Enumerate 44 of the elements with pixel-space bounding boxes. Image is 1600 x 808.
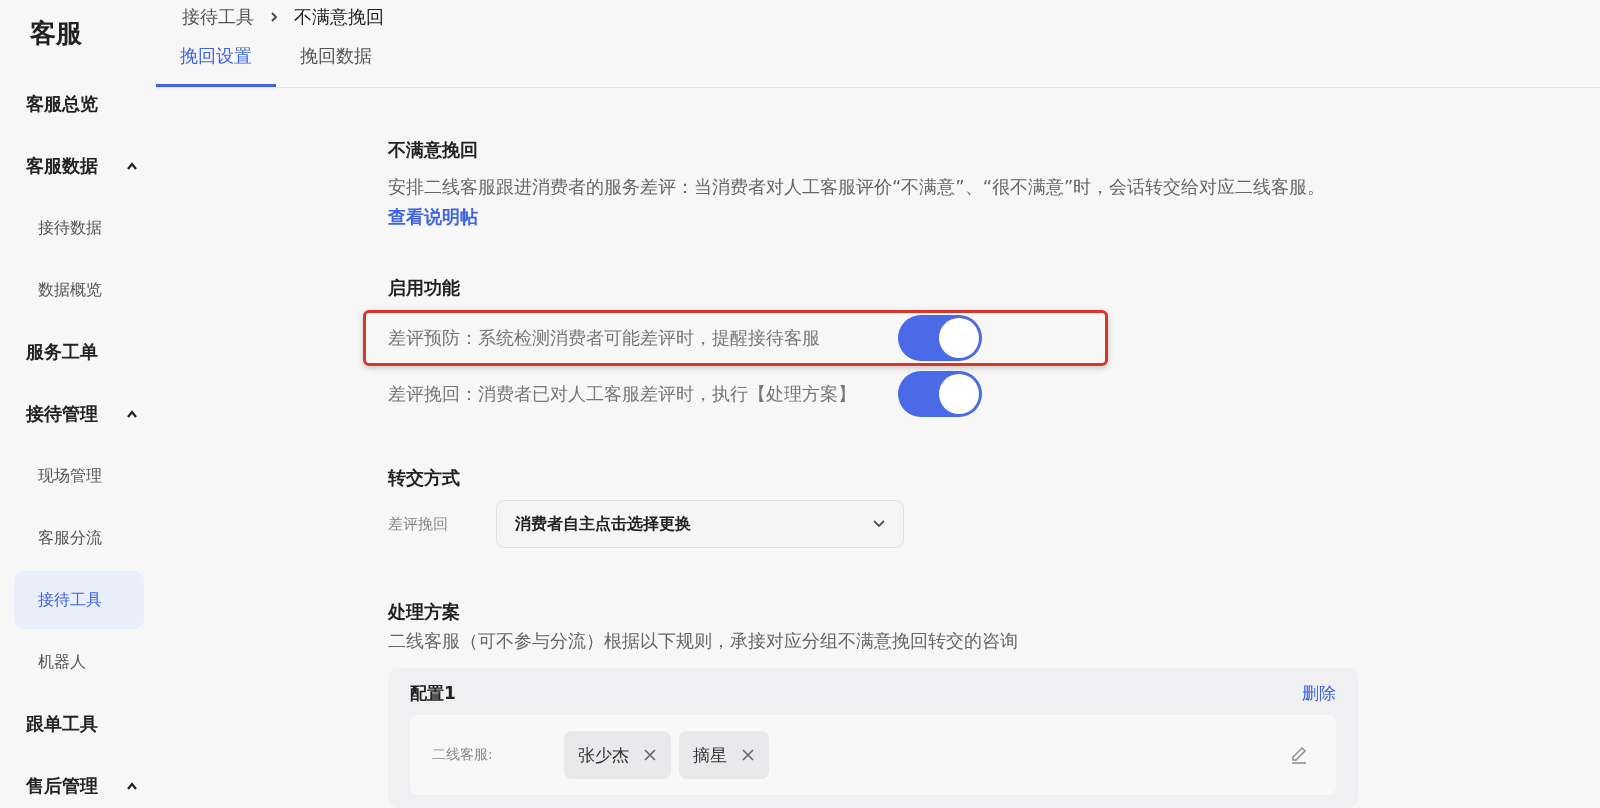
sidebar-subitem[interactable]: 接待工具 [14, 571, 144, 629]
tab[interactable]: 挽回数据 [276, 34, 396, 87]
sidebar-item[interactable]: 接待管理 [14, 383, 144, 445]
caret-up-icon [126, 162, 138, 170]
delete-link[interactable]: 删除 [1302, 682, 1336, 705]
caret-up-icon [126, 410, 138, 418]
agent-field[interactable]: 二线客服: 张少杰 摘星 [410, 715, 1336, 795]
sidebar-item[interactable]: 售后管理 [14, 755, 144, 808]
sidebar-item[interactable]: 跟单工具 [14, 693, 144, 755]
chevron-right-icon [270, 11, 278, 23]
breadcrumb-item: 不满意挽回 [294, 5, 384, 29]
field-label: 差评挽回 [388, 514, 449, 534]
sidebar-item[interactable]: 客服总览 [14, 73, 144, 135]
chevron-down-icon [873, 520, 885, 528]
breadcrumb-item[interactable]: 接待工具 [182, 5, 254, 29]
section-heading: 启用功能 [388, 276, 461, 300]
feature-label: 差评预防：系统检测消费者可能差评时，提醒接待客服 [388, 326, 821, 350]
section-title: 不满意挽回 [388, 138, 479, 162]
section-heading: 转交方式 [388, 466, 461, 490]
sidebar-subitem[interactable]: 现场管理 [14, 447, 144, 505]
sidebar-subitem[interactable]: 数据概览 [14, 261, 144, 319]
feature-label: 差评挽回：消费者已对人工客服差评时，执行【处理方案】 [388, 382, 857, 406]
sidebar-item[interactable]: 客服数据 [14, 135, 144, 197]
agent-tag[interactable]: 张少杰 [564, 731, 671, 779]
sidebar-subitem[interactable]: 接待数据 [14, 199, 144, 257]
caret-up-icon [126, 782, 138, 790]
toggle-switch[interactable] [898, 371, 982, 417]
pencil-icon [1290, 746, 1308, 764]
sidebar-subitem[interactable]: 机器人 [14, 633, 144, 691]
toggle-switch[interactable] [898, 315, 982, 361]
dropdown-select[interactable]: 消费者自主点击选择更换 [496, 500, 904, 548]
field-label: 二线客服: [432, 746, 494, 764]
sidebar-subitem[interactable]: 客服分流 [14, 509, 144, 567]
tab[interactable]: 挽回设置 [156, 34, 276, 87]
config-title: 配置1 [410, 682, 456, 705]
close-icon [643, 748, 657, 762]
sidebar-title: 客服 [30, 17, 83, 50]
sidebar-item[interactable]: 服务工单 [14, 321, 144, 383]
section-description: 安排二线客服跟进消费者的服务差评：当消费者对人工客服评价“不满意”、“很不满意”时，会话转交给对应二线客服。 查看说明帖 [388, 175, 1327, 229]
agent-tag[interactable]: 摘星 [679, 731, 769, 779]
close-icon [741, 748, 755, 762]
help-link[interactable]: 查看说明帖 [388, 206, 478, 227]
section-description: 二线客服（可不参与分流）根据以下规则，承接对应分组不满意挽回转交的咨询 [388, 629, 1019, 653]
section-heading: 处理方案 [388, 600, 461, 624]
